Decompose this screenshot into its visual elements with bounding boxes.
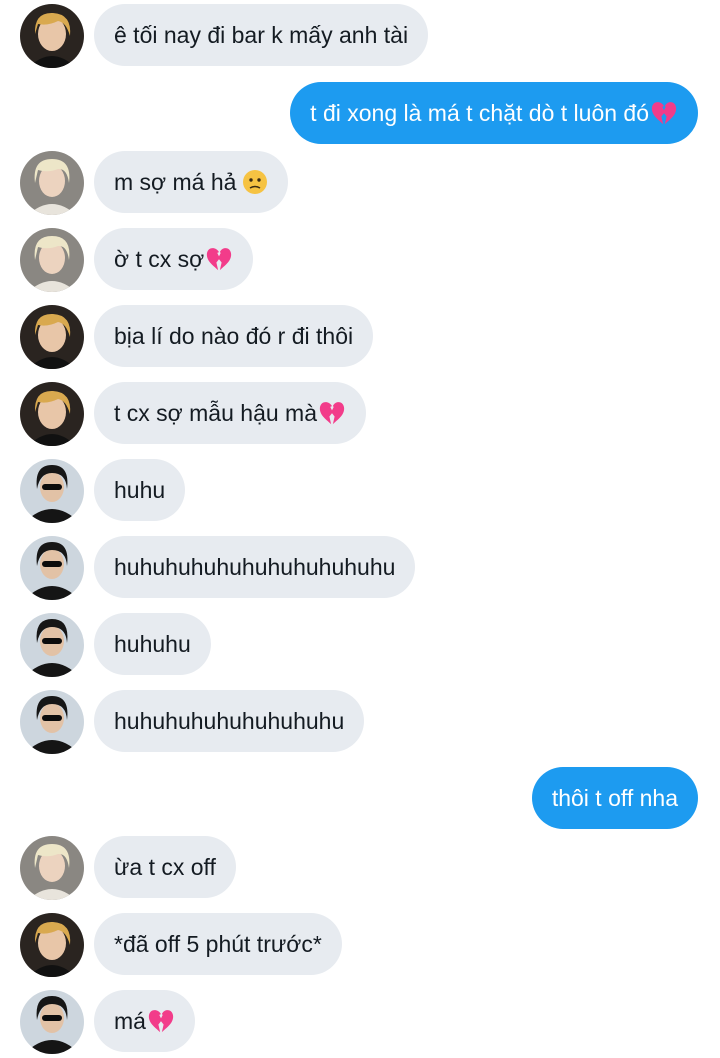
message-text: ừa t cx off	[114, 854, 216, 880]
message-text: huhuhu	[114, 631, 191, 657]
message-row: huhuhu	[0, 613, 720, 677]
avatar-sunglasses-boy[interactable]	[20, 690, 84, 754]
avatar-sunglasses-boy[interactable]	[20, 613, 84, 677]
message-row: thôi t off nha	[0, 767, 720, 829]
message-row: má	[0, 990, 720, 1054]
message-text: ờ t cx sợ	[114, 246, 205, 272]
message-bubble[interactable]: huhuhuhuhuhuhuhuhu	[94, 690, 365, 752]
message-bubble[interactable]: ờ t cx sợ	[94, 228, 254, 290]
message-text: ê tối nay đi bar k mấy anh tài	[114, 22, 409, 48]
avatar-platinum-boy[interactable]	[20, 151, 84, 215]
message-bubble[interactable]: ê tối nay đi bar k mấy anh tài	[94, 4, 429, 66]
broken-heart-icon	[148, 1010, 174, 1033]
avatar-sunglasses-boy[interactable]	[20, 536, 84, 600]
broken-heart-icon	[319, 402, 345, 425]
message-row: huhu	[0, 459, 720, 523]
message-row: huhuhuhuhuhuhuhuhu	[0, 690, 720, 754]
message-row: *đã off 5 phút trước*	[0, 913, 720, 977]
message-text: t đi xong là má t chặt dò t luôn đó	[310, 100, 649, 126]
message-row: t cx sợ mẫu hậu mà	[0, 382, 720, 446]
broken-heart-icon	[651, 102, 677, 125]
message-bubble[interactable]: bịa lí do nào đó r đi thôi	[94, 305, 374, 367]
message-text: *đã off 5 phút trước*	[114, 931, 322, 957]
avatar-platinum-boy[interactable]	[20, 836, 84, 900]
worried-face-icon	[243, 170, 268, 194]
message-bubble[interactable]: *đã off 5 phút trước*	[94, 913, 342, 975]
message-row: ê tối nay đi bar k mấy anh tài	[0, 4, 720, 68]
message-text: huhuhuhuhuhuhuhuhu	[114, 708, 345, 734]
message-row: ờ t cx sợ	[0, 228, 720, 292]
avatar-blonde-boy[interactable]	[20, 4, 84, 68]
avatar-blonde-boy[interactable]	[20, 305, 84, 369]
message-text: thôi t off nha	[551, 785, 678, 811]
avatar-blonde-boy[interactable]	[20, 382, 84, 446]
message-row: bịa lí do nào đó r đi thôi	[0, 305, 720, 369]
message-bubble[interactable]: t cx sợ mẫu hậu mà	[94, 382, 366, 444]
message-text: m sợ má hả	[114, 169, 237, 195]
message-bubble[interactable]: huhuhuhuhuhuhuhuhuhuhu	[94, 536, 416, 598]
message-row: t đi xong là má t chặt dò t luôn đó	[0, 82, 720, 144]
message-bubble[interactable]: huhu	[94, 459, 186, 521]
message-bubble[interactable]: ừa t cx off	[94, 836, 236, 898]
message-bubble[interactable]: m sợ má hả	[94, 151, 289, 213]
message-text: huhu	[114, 477, 166, 503]
message-row: ừa t cx off	[0, 836, 720, 900]
avatar-sunglasses-boy[interactable]	[20, 990, 84, 1054]
message-text: t cx sợ mẫu hậu mà	[114, 400, 317, 426]
message-bubble[interactable]: má	[94, 990, 195, 1052]
avatar-platinum-boy[interactable]	[20, 228, 84, 292]
message-text: huhuhuhuhuhuhuhuhuhuhu	[114, 554, 396, 580]
message-bubble[interactable]: huhuhu	[94, 613, 211, 675]
message-text: má	[114, 1008, 146, 1034]
message-bubble[interactable]: thôi t off nha	[531, 767, 698, 829]
chat-screen: { "messages": [ {"side":"in","avatar":"a…	[0, 0, 720, 1058]
message-text: bịa lí do nào đó r đi thôi	[114, 323, 354, 349]
message-row: m sợ má hả	[0, 151, 720, 215]
avatar-sunglasses-boy[interactable]	[20, 459, 84, 523]
message-row: huhuhuhuhuhuhuhuhuhuhu	[0, 536, 720, 600]
avatar-blonde-boy[interactable]	[20, 913, 84, 977]
broken-heart-icon	[207, 248, 232, 271]
message-bubble[interactable]: t đi xong là má t chặt dò t luôn đó	[290, 82, 698, 144]
